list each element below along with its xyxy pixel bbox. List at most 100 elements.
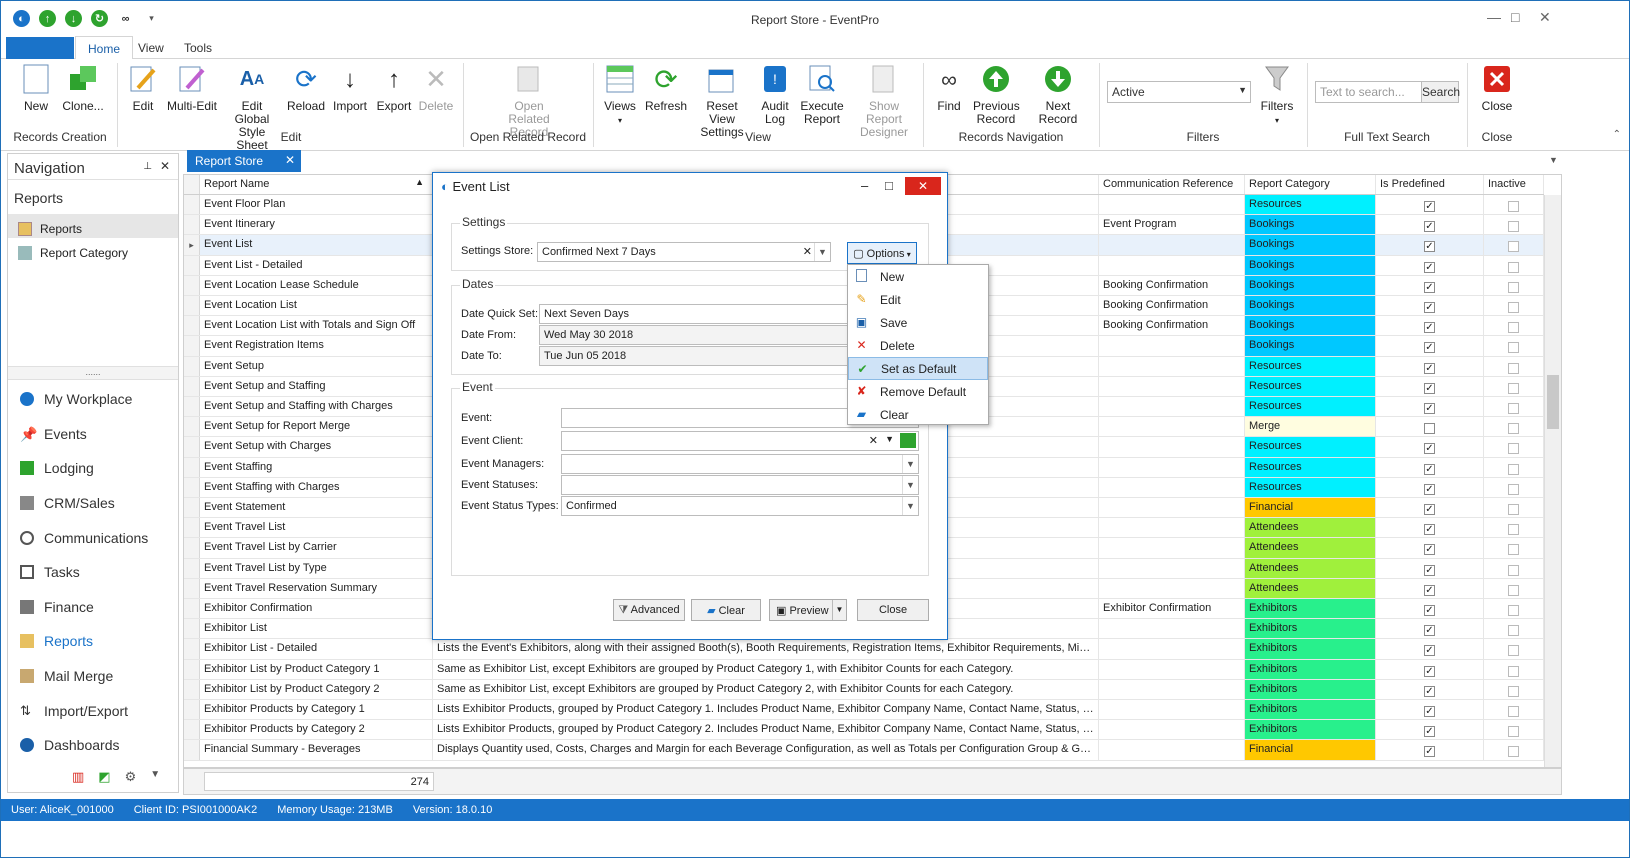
table-row[interactable]: Exhibitor Products by Category 1 Lists Ex…: [184, 700, 1544, 721]
clear-icon[interactable]: ✕: [869, 434, 878, 447]
column-header-communication-reference[interactable]: Communication Reference: [1099, 175, 1245, 194]
menu-item-remove-default[interactable]: ✘ Remove Default: [848, 380, 988, 403]
collapse-ribbon-icon[interactable]: ⌃: [1613, 129, 1621, 140]
close-button[interactable]: Close: [1479, 63, 1515, 113]
new-button[interactable]: New: [19, 63, 53, 113]
row-indicator[interactable]: ▸: [184, 235, 200, 255]
cell-communication-reference[interactable]: [1099, 417, 1245, 437]
inactive-checkbox[interactable]: [1508, 564, 1519, 576]
multi-edit-button[interactable]: Multi-Edit: [167, 63, 217, 113]
predefined-checkbox[interactable]: ✓: [1424, 221, 1435, 233]
module-communications[interactable]: Communications: [8, 520, 178, 555]
cell-report-name[interactable]: Event Setup with Charges: [200, 437, 433, 457]
cell-report-name[interactable]: Financial Summary - Beverages: [200, 740, 433, 760]
row-indicator[interactable]: [184, 558, 200, 578]
predefined-checkbox[interactable]: ✓: [1424, 382, 1435, 394]
cell-category[interactable]: Exhibitors: [1245, 720, 1376, 740]
row-indicator[interactable]: [184, 457, 200, 477]
predefined-checkbox[interactable]: ✓: [1424, 201, 1435, 212]
menu-item-delete[interactable]: ✕ Delete: [848, 334, 988, 357]
audit-log-button[interactable]: ! Audit Log: [757, 63, 793, 126]
inactive-checkbox[interactable]: [1508, 463, 1519, 475]
cell-category[interactable]: Resources: [1245, 477, 1376, 497]
row-indicator[interactable]: [184, 417, 200, 437]
vertical-scrollbar[interactable]: [1544, 195, 1561, 767]
row-indicator[interactable]: [184, 740, 200, 760]
row-indicator[interactable]: [184, 255, 200, 275]
cell-communication-reference[interactable]: Booking Confirmation: [1099, 296, 1245, 316]
search-button[interactable]: Search: [1421, 81, 1460, 103]
minimize-icon[interactable]: —: [1487, 9, 1501, 25]
cell-communication-reference[interactable]: [1099, 659, 1245, 679]
predefined-checkbox[interactable]: ✓: [1424, 241, 1435, 253]
cell-report-name[interactable]: Event Staffing: [200, 457, 433, 477]
cell-category[interactable]: Exhibitors: [1245, 639, 1376, 659]
predefined-checkbox[interactable]: ✓: [1424, 483, 1435, 495]
cell-category[interactable]: Bookings: [1245, 296, 1376, 316]
preview-button[interactable]: ▣ Preview ▼: [769, 599, 847, 621]
predefined-checkbox[interactable]: ✓: [1424, 524, 1435, 536]
open-related-record-button[interactable]: Open Related Record: [493, 63, 565, 139]
column-header-is-predefined[interactable]: Is Predefined: [1376, 175, 1484, 194]
event-status-types-select[interactable]: Confirmed ▼: [561, 496, 919, 516]
dialog-close-button[interactable]: Close: [857, 599, 929, 621]
cell-communication-reference[interactable]: [1099, 437, 1245, 457]
chart-icon[interactable]: ▥: [72, 769, 84, 785]
predefined-checkbox[interactable]: ✓: [1424, 665, 1435, 677]
cell-report-name[interactable]: Event List: [200, 235, 433, 255]
cell-communication-reference[interactable]: [1099, 538, 1245, 558]
predefined-checkbox[interactable]: [1424, 423, 1435, 435]
cell-report-name[interactable]: Exhibitor Products by Category 2: [200, 720, 433, 740]
inactive-checkbox[interactable]: [1508, 726, 1519, 738]
cell-communication-reference[interactable]: Booking Confirmation: [1099, 316, 1245, 336]
scrollbar-thumb[interactable]: [1547, 375, 1559, 429]
predefined-checkbox[interactable]: ✓: [1424, 403, 1435, 414]
cell-report-name[interactable]: Event Travel List by Type: [200, 558, 433, 578]
clone-button[interactable]: Clone...: [61, 63, 105, 113]
cell-description[interactable]: Lists Exhibitor Products, grouped by Pro…: [433, 700, 1099, 720]
cell-category[interactable]: Bookings: [1245, 255, 1376, 275]
predefined-checkbox[interactable]: ✓: [1424, 685, 1435, 697]
delete-button[interactable]: ✕ Delete: [417, 63, 455, 113]
cell-description[interactable]: Same as Exhibitor List, except Exhibitor…: [433, 659, 1099, 679]
cell-communication-reference[interactable]: [1099, 477, 1245, 497]
export-button[interactable]: ↑ Export: [375, 63, 413, 113]
cell-report-name[interactable]: Event Location Lease Schedule: [200, 275, 433, 295]
cell-communication-reference[interactable]: [1099, 255, 1245, 275]
maximize-icon[interactable]: □: [885, 178, 893, 193]
menu-item-clear[interactable]: ▰ Clear: [848, 403, 988, 426]
predefined-checkbox[interactable]: ✓: [1424, 605, 1435, 616]
cell-communication-reference[interactable]: [1099, 518, 1245, 538]
inactive-checkbox[interactable]: [1508, 403, 1519, 414]
row-indicator[interactable]: [184, 336, 200, 356]
predefined-checkbox[interactable]: ✓: [1424, 564, 1435, 576]
predefined-checkbox[interactable]: ✓: [1424, 726, 1435, 738]
advanced-button[interactable]: ⧩ Advanced: [613, 599, 685, 621]
inactive-checkbox[interactable]: [1508, 504, 1519, 515]
predefined-checkbox[interactable]: ✓: [1424, 342, 1435, 354]
inactive-checkbox[interactable]: [1508, 544, 1519, 556]
event-client-field[interactable]: ✕ ▼: [561, 431, 919, 451]
inactive-checkbox[interactable]: [1508, 342, 1519, 354]
row-indicator[interactable]: [184, 477, 200, 497]
cell-category[interactable]: Exhibitors: [1245, 659, 1376, 679]
cell-communication-reference[interactable]: Event Program: [1099, 215, 1245, 235]
inactive-checkbox[interactable]: [1508, 685, 1519, 697]
inactive-checkbox[interactable]: [1508, 443, 1519, 455]
predefined-checkbox[interactable]: ✓: [1424, 281, 1435, 293]
cell-category[interactable]: Resources: [1245, 437, 1376, 457]
trend-icon[interactable]: ◩: [98, 769, 110, 785]
cell-communication-reference[interactable]: [1099, 558, 1245, 578]
row-indicator[interactable]: [184, 356, 200, 376]
tab-list-icon[interactable]: ▼: [1549, 155, 1558, 165]
cell-description[interactable]: Lists the Event's Exhibitors, along with…: [433, 639, 1099, 659]
module-mail-merge[interactable]: Mail Merge: [8, 659, 178, 694]
cell-communication-reference[interactable]: [1099, 720, 1245, 740]
row-indicator[interactable]: [184, 518, 200, 538]
table-row[interactable]: Exhibitor List by Product Category 1 Same…: [184, 659, 1544, 680]
cell-report-name[interactable]: Event Setup and Staffing: [200, 376, 433, 396]
inactive-checkbox[interactable]: [1508, 362, 1519, 374]
inactive-checkbox[interactable]: [1508, 625, 1519, 637]
inactive-checkbox[interactable]: [1508, 302, 1519, 313]
inactive-checkbox[interactable]: [1508, 322, 1519, 334]
